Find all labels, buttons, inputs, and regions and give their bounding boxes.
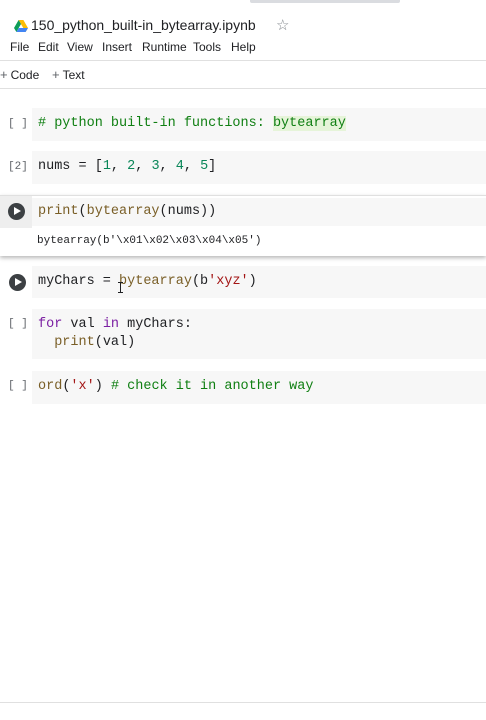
code-keyword: in: [102, 317, 120, 332]
code-line: myChars = bytearray(b'xyz'): [38, 274, 257, 289]
code-string: 'x': [70, 379, 95, 394]
add-code-label: Code: [10, 68, 40, 82]
code-cell-1[interactable]: [ ] # python built-in functions: bytearr…: [2, 108, 486, 141]
window-bottom-divider: [0, 702, 486, 703]
code-editor[interactable]: for val in myChars: print(val): [32, 309, 486, 359]
code-token: ): [94, 379, 111, 394]
menu-view[interactable]: View: [67, 40, 93, 54]
code-token: ,: [159, 159, 176, 174]
menu-runtime[interactable]: Runtime: [142, 40, 187, 54]
menu-help[interactable]: Help: [231, 40, 256, 54]
code-token: ): [248, 274, 257, 289]
code-cell-2[interactable]: [2] nums = [1, 2, 3, 4, 5]: [2, 151, 486, 184]
code-editor[interactable]: # python built-in functions: bytearray: [32, 108, 486, 141]
code-token: ,: [135, 159, 152, 174]
run-cell-button[interactable]: [9, 274, 26, 291]
code-token: ]: [208, 159, 217, 174]
code-comment: # python built-in functions:: [38, 116, 273, 131]
code-line: for val in myChars:: [38, 317, 192, 332]
code-token: myChars:: [119, 317, 192, 332]
code-function: print: [54, 335, 95, 350]
execution-count: [ ]: [8, 118, 28, 130]
code-token: ,: [110, 159, 128, 174]
code-token: myChars =: [38, 274, 120, 289]
code-cell-4[interactable]: myChars = bytearray(b'xyz'): [2, 266, 486, 298]
code-token: (b: [191, 274, 209, 289]
code-token: (nums)): [159, 204, 217, 219]
plus-icon: +: [52, 67, 60, 82]
execution-count: [ ]: [8, 318, 28, 330]
browser-tab-strip: [250, 0, 400, 3]
code-number: 5: [200, 159, 209, 174]
code-token: nums = [: [38, 159, 103, 174]
browser-top-strip: [0, 0, 486, 6]
code-cell-3-active[interactable]: print(bytearray(nums)) bytearray(b'\x01\…: [0, 195, 486, 256]
code-comment-highlight: bytearray: [272, 116, 346, 131]
code-string: 'xyz': [208, 274, 249, 289]
star-icon[interactable]: ☆: [276, 16, 289, 34]
code-number: 1: [102, 159, 111, 174]
code-line: ord('x') # check it in another way: [38, 379, 313, 394]
add-code-button[interactable]: + Code: [0, 67, 39, 82]
menu-insert[interactable]: Insert: [102, 40, 132, 54]
add-text-label: Text: [62, 68, 85, 82]
run-cell-button[interactable]: [8, 203, 25, 220]
code-line: print(val): [38, 335, 135, 350]
code-editor[interactable]: myChars = bytearray(b'xyz'): [32, 266, 486, 298]
title-bar: 150_python_built-in_bytearray.ipynb ☆: [0, 8, 486, 44]
code-function: bytearray: [86, 204, 160, 219]
add-text-button[interactable]: + Text: [52, 67, 85, 82]
code-editor[interactable]: ord('x') # check it in another way: [32, 371, 486, 404]
google-drive-icon[interactable]: [14, 20, 28, 32]
plus-icon: +: [0, 67, 8, 82]
code-line: nums = [1, 2, 3, 4, 5]: [38, 159, 216, 174]
code-number: 3: [151, 159, 160, 174]
code-function: bytearray: [119, 274, 192, 289]
code-line: print(bytearray(nums)): [38, 204, 216, 219]
menu-bar: File Edit View Insert Runtime Tools Help: [0, 40, 486, 60]
code-token: (val): [94, 335, 136, 350]
code-cell-5[interactable]: [ ] for val in myChars: print(val): [2, 309, 486, 359]
menu-edit[interactable]: Edit: [38, 40, 59, 54]
code-number: 4: [175, 159, 184, 174]
code-function: print: [38, 204, 79, 219]
code-token: ,: [183, 159, 201, 174]
code-keyword: for: [38, 317, 63, 332]
execution-count: [ ]: [8, 380, 28, 392]
cell-output: bytearray(b'\x01\x02\x03\x04\x05'): [37, 235, 262, 247]
notebook-title[interactable]: 150_python_built-in_bytearray.ipynb: [31, 17, 256, 33]
code-cell-6[interactable]: [ ] ord('x') # check it in another way: [2, 371, 486, 404]
execution-count: [2]: [8, 161, 28, 173]
toolbar: + Code + Text: [0, 60, 486, 89]
menu-tools[interactable]: Tools: [193, 40, 221, 54]
menu-file[interactable]: File: [10, 40, 29, 54]
code-comment: # check it in another way: [110, 379, 314, 394]
mouse-cursor-ibeam: [118, 282, 123, 293]
code-line: # python built-in functions: bytearray: [38, 116, 346, 131]
code-token: (: [78, 204, 87, 219]
code-token: val: [62, 317, 103, 332]
code-function: ord: [38, 379, 63, 394]
code-editor[interactable]: nums = [1, 2, 3, 4, 5]: [32, 151, 486, 184]
